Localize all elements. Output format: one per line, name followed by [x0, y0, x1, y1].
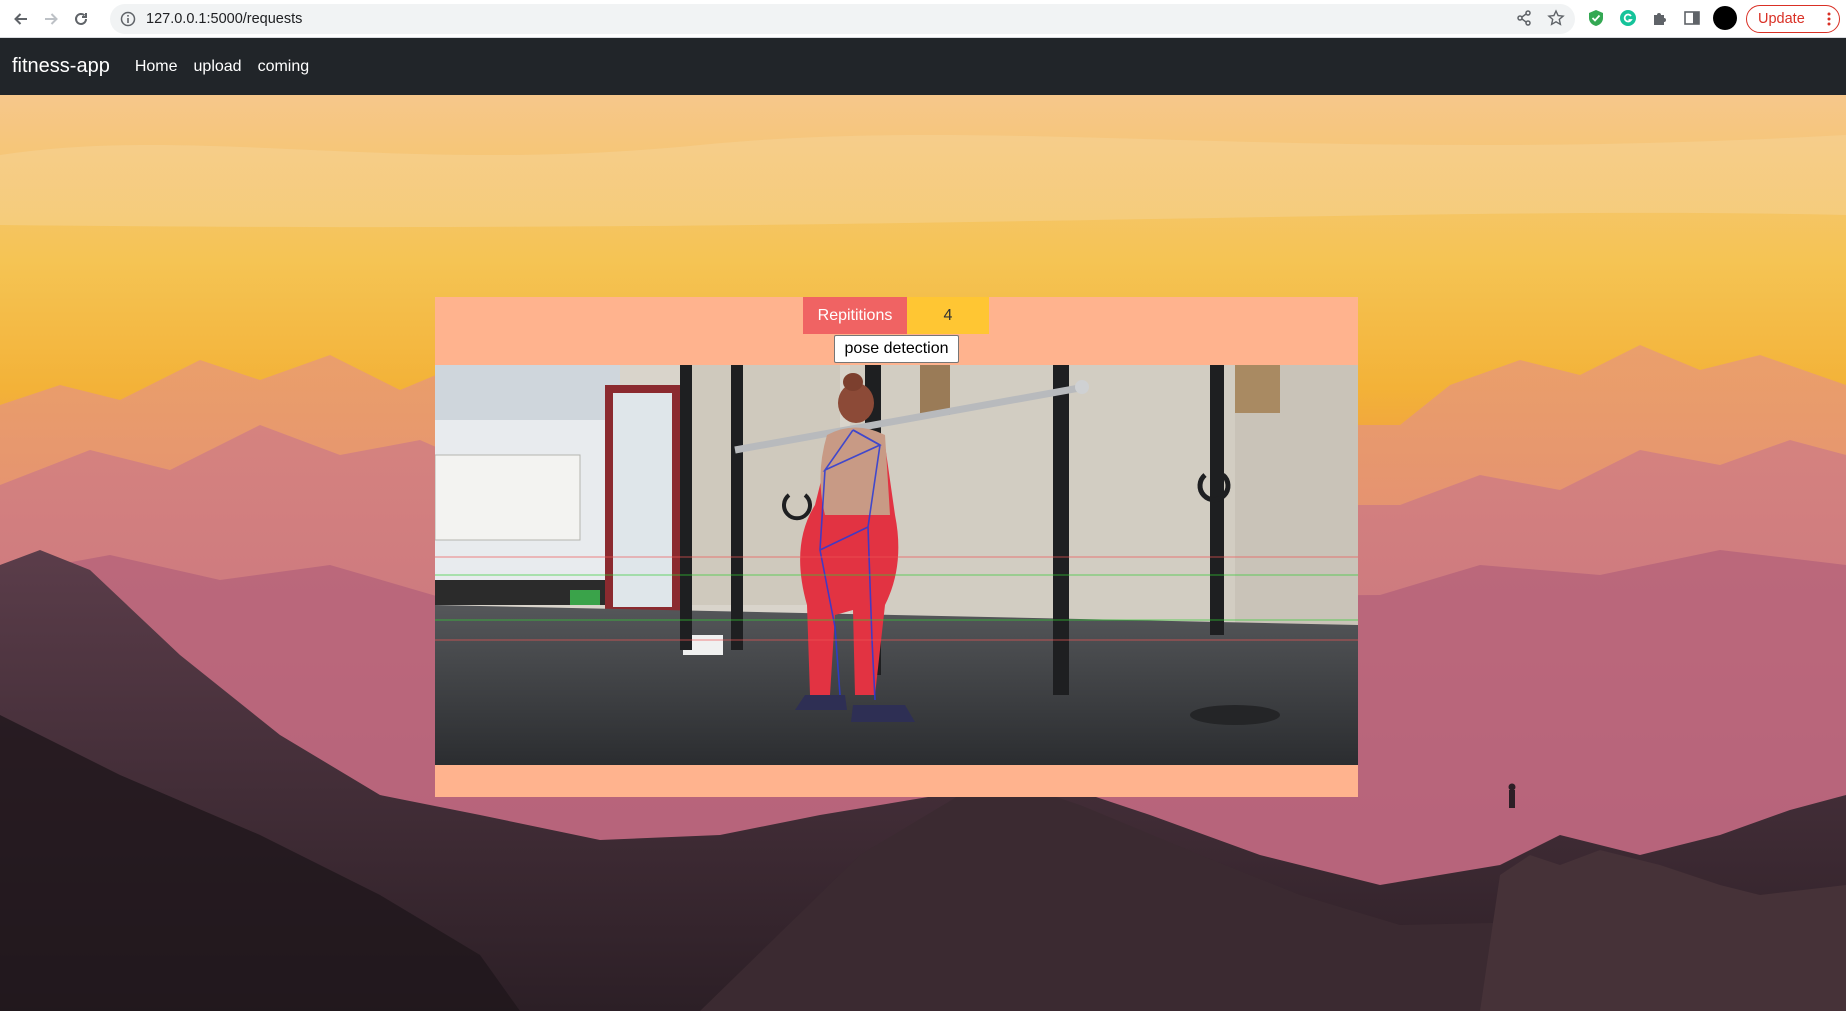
- pose-detection-tooltip: pose detection: [834, 335, 959, 363]
- url-text[interactable]: 127.0.0.1:5000/requests: [146, 11, 302, 27]
- nav-link-coming[interactable]: coming: [258, 58, 310, 76]
- pose-detection-video[interactable]: [435, 365, 1358, 765]
- reload-icon: [75, 12, 87, 25]
- info-icon[interactable]: [120, 11, 136, 27]
- kebab-menu-icon[interactable]: [1827, 11, 1831, 31]
- nav-link-upload[interactable]: upload: [194, 58, 242, 76]
- update-label: Update: [1758, 11, 1805, 27]
- arrow-right-icon: [45, 12, 58, 25]
- brand-link[interactable]: fitness-app: [12, 55, 110, 78]
- repetitions-label: Repititions: [803, 297, 907, 334]
- back-button[interactable]: [6, 4, 36, 34]
- profile-avatar[interactable]: [1713, 6, 1737, 30]
- video-panel: Repititions 4 pose detection: [435, 297, 1358, 797]
- nav-link-home[interactable]: Home: [135, 58, 178, 76]
- grammarly-icon[interactable]: [1617, 7, 1639, 29]
- repetition-counter: Repititions 4: [803, 297, 989, 334]
- arrow-left-icon: [14, 12, 27, 25]
- sidepanel-icon[interactable]: [1681, 7, 1703, 29]
- shield-extension-icon[interactable]: [1585, 7, 1607, 29]
- star-icon[interactable]: [1547, 9, 1565, 32]
- reload-button[interactable]: [66, 4, 96, 34]
- app-navbar: fitness-app Home upload coming: [0, 38, 1846, 95]
- repetitions-value: 4: [907, 297, 989, 334]
- browser-toolbar: 127.0.0.1:5000/requests Update: [0, 0, 1846, 38]
- share-icon[interactable]: [1515, 9, 1533, 32]
- address-bar[interactable]: 127.0.0.1:5000/requests: [110, 4, 1575, 34]
- puzzle-icon[interactable]: [1649, 7, 1671, 29]
- update-button[interactable]: Update: [1746, 5, 1840, 33]
- forward-button[interactable]: [36, 4, 66, 34]
